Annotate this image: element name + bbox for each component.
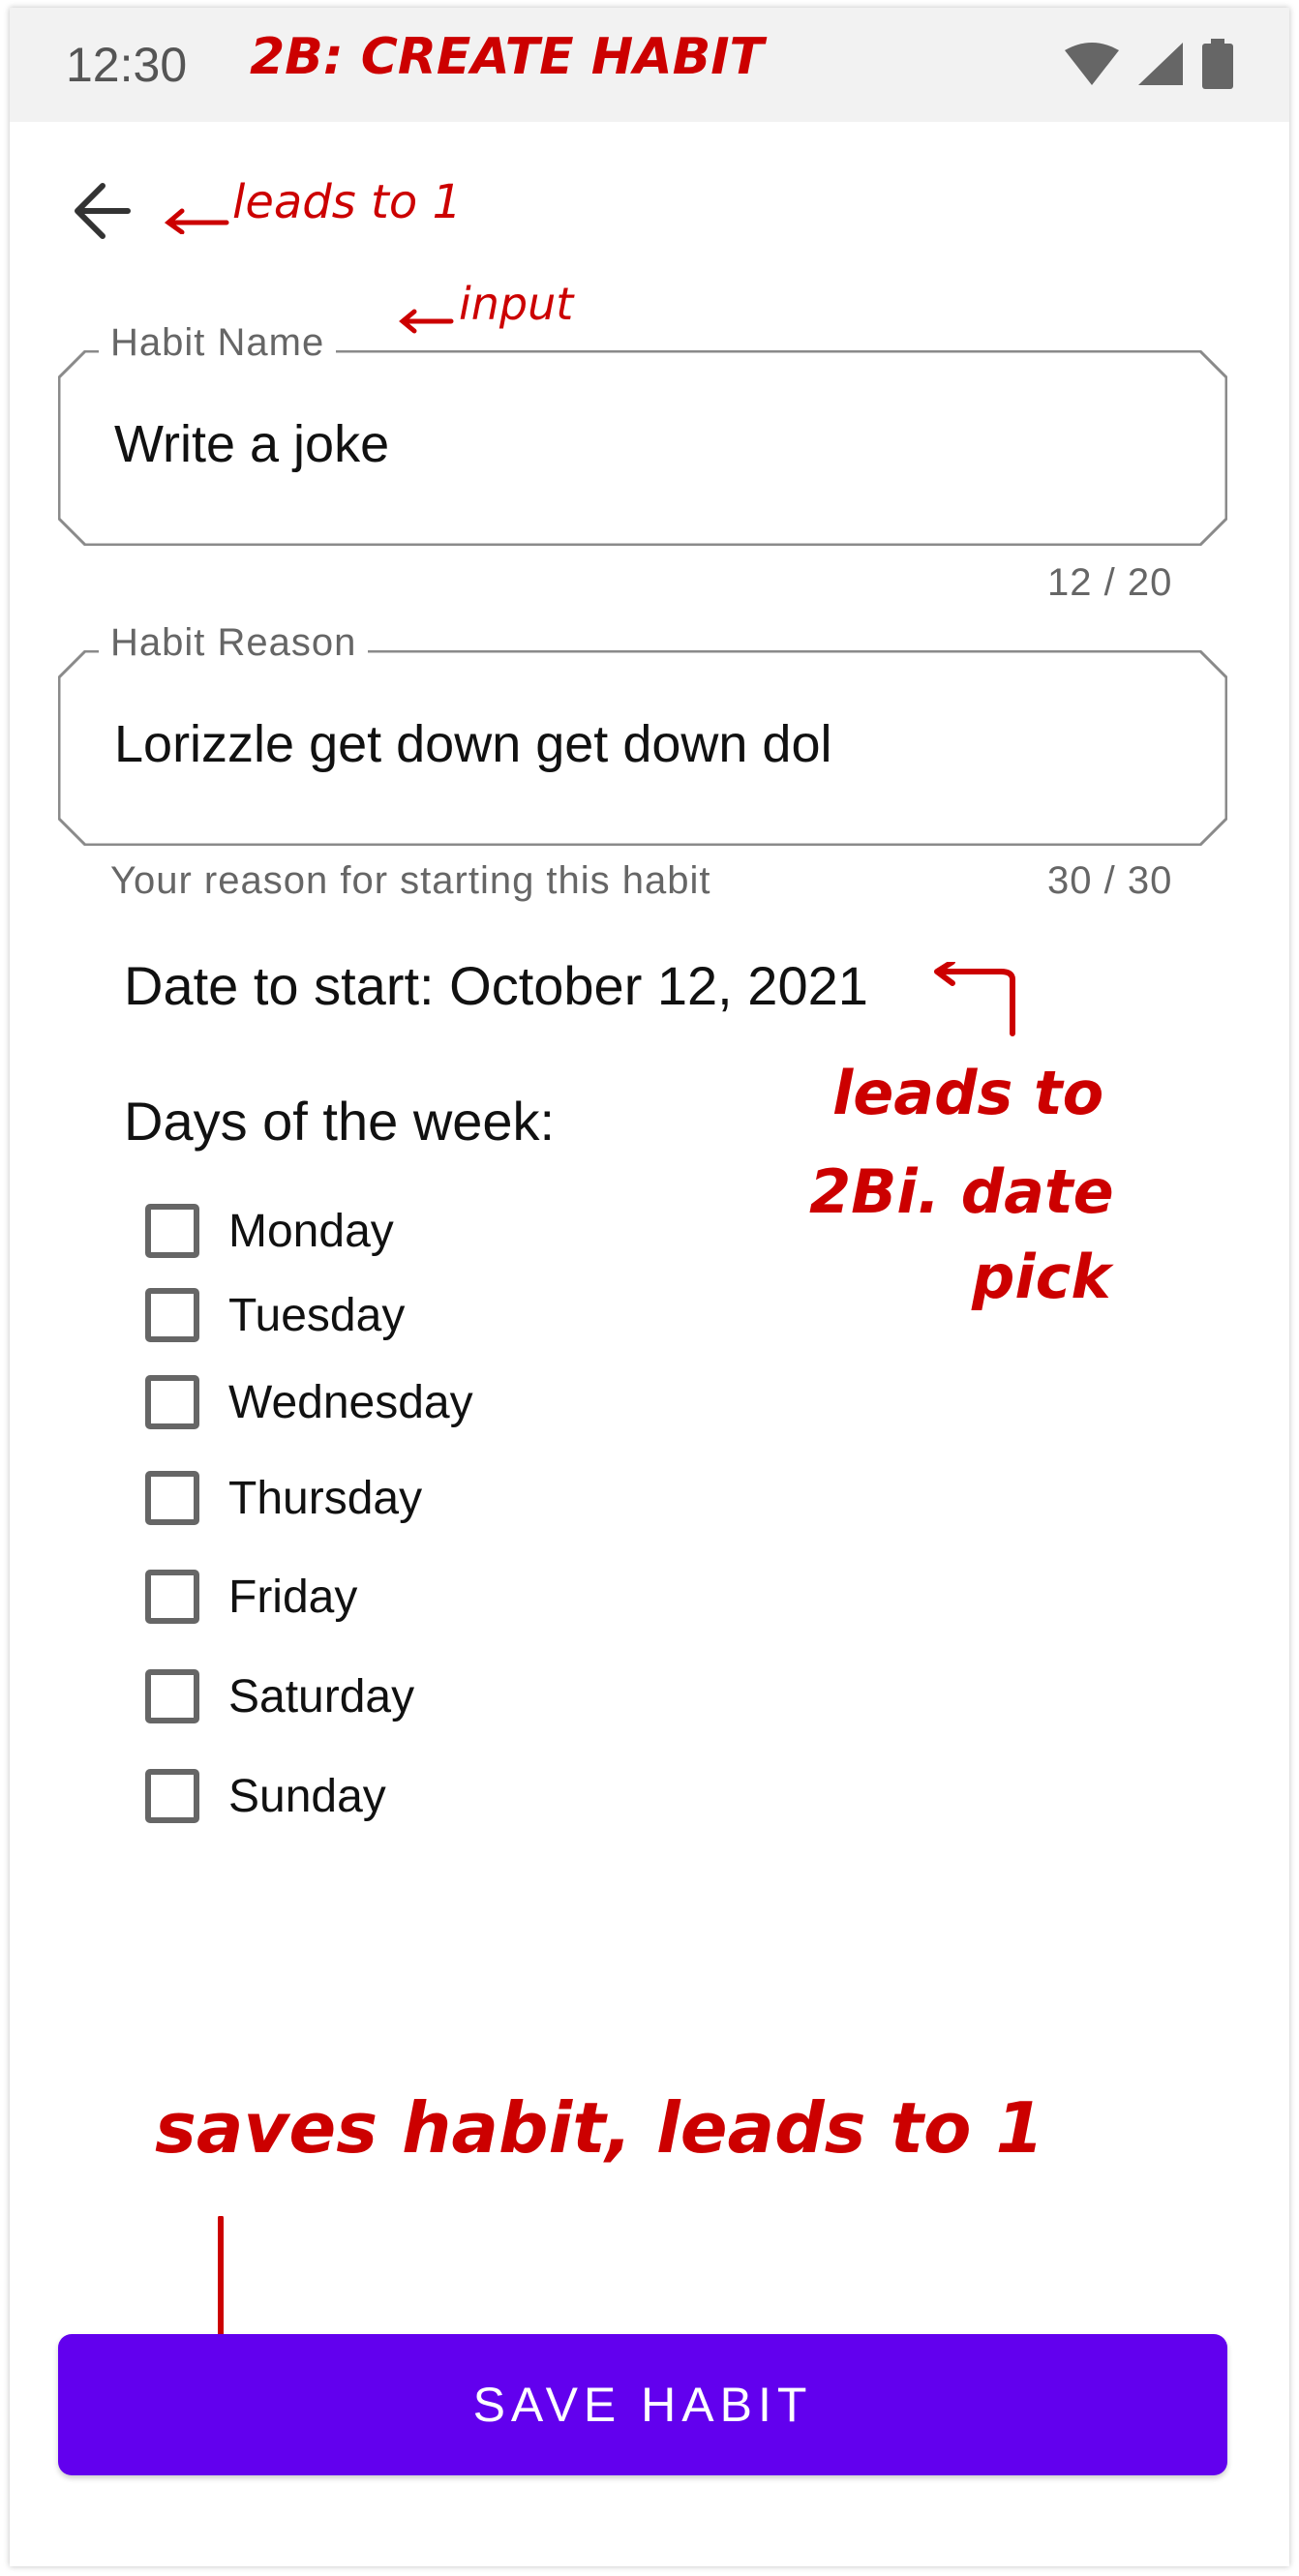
checkbox[interactable]	[145, 1769, 199, 1823]
annotation-date-arrow	[934, 962, 1015, 1036]
annotation-save: saves habit, leads to 1	[155, 2087, 1044, 2169]
days-heading: Days of the week:	[124, 1091, 556, 1152]
back-arrow-icon[interactable]	[68, 176, 137, 246]
annotation-input-arrow	[399, 309, 454, 334]
checkbox[interactable]	[145, 1570, 199, 1624]
habit-reason-field[interactable]: Habit Reason Lorizzle get down get down …	[58, 621, 1227, 846]
habit-reason-input[interactable]: Lorizzle get down get down dol	[114, 714, 831, 774]
date-to-start[interactable]: Date to start: October 12, 2021	[124, 954, 868, 1017]
checkbox[interactable]	[145, 1375, 199, 1429]
save-habit-button[interactable]: SAVE HABIT	[58, 2334, 1227, 2475]
status-icons	[1065, 39, 1233, 89]
day-checkbox-friday[interactable]: Friday	[145, 1563, 357, 1631]
day-checkbox-sunday[interactable]: Sunday	[145, 1762, 386, 1830]
status-time: 12:30	[66, 38, 188, 92]
wifi-icon	[1065, 43, 1119, 85]
checkbox[interactable]	[145, 1204, 199, 1258]
habit-reason-label: Habit Reason	[99, 621, 369, 665]
day-checkbox-wednesday[interactable]: Wednesday	[145, 1368, 473, 1436]
habit-name-counter: 12 / 20	[1047, 561, 1173, 604]
habit-name-label: Habit Name	[99, 321, 337, 365]
day-label: Friday	[228, 1571, 358, 1623]
annotation-input: input	[459, 278, 574, 330]
day-label: Saturday	[228, 1670, 415, 1722]
day-checkbox-saturday[interactable]: Saturday	[145, 1662, 414, 1730]
day-label: Monday	[228, 1205, 394, 1257]
signal-icon	[1138, 43, 1183, 85]
habit-reason-helper: Your reason for starting this habit	[110, 859, 711, 902]
habit-reason-counter: 30 / 30	[1047, 859, 1173, 902]
habit-name-field[interactable]: Habit Name Write a joke	[58, 321, 1227, 546]
checkbox[interactable]	[145, 1471, 199, 1525]
annotation-date-1: leads to	[832, 1058, 1104, 1128]
battery-icon	[1202, 39, 1233, 89]
annotation-date-3: pick	[972, 1242, 1111, 1312]
day-label: Tuesday	[228, 1289, 406, 1341]
annotation-screen-title: 2B: CREATE HABIT	[250, 28, 765, 86]
annotation-back: leads to 1	[232, 175, 462, 229]
annotation-back-arrow	[164, 208, 229, 234]
day-checkbox-tuesday[interactable]: Tuesday	[145, 1281, 405, 1349]
checkbox[interactable]	[145, 1288, 199, 1342]
day-label: Sunday	[228, 1770, 386, 1822]
day-checkbox-thursday[interactable]: Thursday	[145, 1464, 422, 1532]
day-checkbox-monday[interactable]: Monday	[145, 1197, 394, 1265]
annotation-date-2: 2Bi. date	[809, 1156, 1114, 1227]
day-label: Wednesday	[228, 1376, 473, 1428]
habit-name-input[interactable]: Write a joke	[114, 414, 389, 474]
checkbox[interactable]	[145, 1669, 199, 1723]
day-label: Thursday	[228, 1472, 423, 1524]
